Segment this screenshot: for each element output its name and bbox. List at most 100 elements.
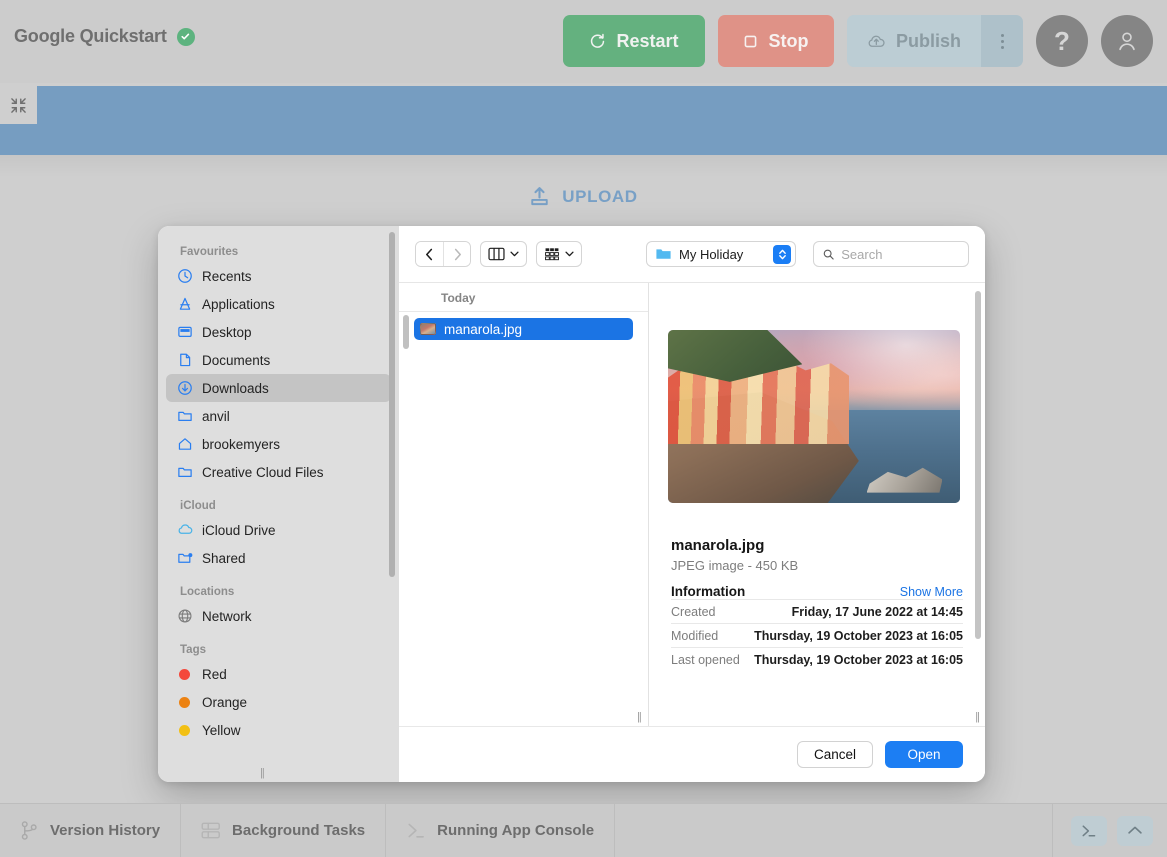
sidebar-item-label: Creative Cloud Files	[202, 465, 324, 480]
chevron-down-icon	[510, 251, 519, 257]
sidebar-item-label: Documents	[202, 353, 270, 368]
sidebar-item-recents[interactable]: Recents	[166, 262, 391, 290]
shared-folder-icon	[176, 550, 193, 567]
info-row-last-opened: Last opened Thursday, 19 October 2023 at…	[671, 647, 963, 671]
file-list-item[interactable]: manarola.jpg	[414, 318, 633, 340]
sidebar-item-downloads[interactable]: Downloads	[166, 374, 391, 402]
user-avatar-icon	[1114, 28, 1140, 54]
collapse-arrows-icon	[10, 97, 27, 114]
sidebar-item-label: Red	[202, 667, 227, 682]
sidebar-item-tag-orange[interactable]: Orange	[166, 688, 391, 716]
info-row-value: Thursday, 19 October 2023 at 16:05	[754, 629, 963, 643]
sidebar-item-label: Desktop	[202, 325, 252, 340]
chevron-down-icon	[565, 251, 574, 257]
open-button[interactable]: Open	[885, 741, 963, 768]
dialog-toolbar: My Holiday	[399, 226, 985, 283]
sidebar-item-label: Yellow	[202, 723, 241, 738]
version-history-button[interactable]: Version History	[0, 804, 181, 857]
expand-panel-button[interactable]	[1117, 816, 1153, 846]
search-box[interactable]	[813, 241, 969, 267]
publish-button[interactable]: Publish	[847, 15, 981, 67]
collapse-panel-button[interactable]	[0, 86, 37, 124]
account-button[interactable]	[1101, 15, 1153, 67]
preview-resize-grip[interactable]: ||	[975, 711, 979, 723]
sidebar-item-anvil[interactable]: anvil	[166, 402, 391, 430]
updown-stepper-icon[interactable]	[773, 245, 791, 264]
chevron-left-icon	[425, 248, 434, 261]
sidebar-item-label: Shared	[202, 551, 246, 566]
clock-icon	[176, 268, 193, 285]
show-more-link[interactable]: Show More	[900, 585, 963, 599]
bottom-bar-label: Version History	[50, 822, 160, 839]
stop-button[interactable]: Stop	[718, 15, 834, 67]
running-app-console-button[interactable]: Running App Console	[386, 804, 615, 857]
stop-label: Stop	[768, 31, 808, 52]
nav-segmented-control	[415, 241, 471, 267]
background-tasks-button[interactable]: Background Tasks	[181, 804, 386, 857]
sidebar-scrollbar[interactable]	[389, 232, 395, 577]
sidebar-item-applications[interactable]: Applications	[166, 290, 391, 318]
sidebar-item-network[interactable]: Network	[166, 602, 391, 630]
publish-more-button[interactable]	[981, 15, 1023, 67]
publish-cloud-icon	[867, 33, 886, 50]
info-row-key: Last opened	[671, 653, 740, 667]
open-terminal-button[interactable]	[1071, 816, 1107, 846]
sidebar-resize-grip[interactable]: ||	[260, 767, 264, 779]
cancel-button[interactable]: Cancel	[797, 741, 873, 768]
help-button[interactable]: ?	[1036, 15, 1088, 67]
info-file-name: manarola.jpg	[671, 537, 963, 554]
search-input[interactable]	[841, 247, 959, 262]
bottom-bar: Version History Background Tasks Running…	[0, 803, 1167, 857]
file-list-scrollbar[interactable]	[403, 315, 409, 349]
chevron-right-icon	[453, 248, 462, 261]
tag-dot-icon	[176, 722, 193, 739]
sidebar-item-brookemyers[interactable]: brookemyers	[166, 430, 391, 458]
file-picker-dialog: Favourites Recents Applications Desktop …	[158, 226, 985, 782]
publish-label: Publish	[896, 31, 961, 52]
upload-control[interactable]: UPLOAD	[0, 186, 1167, 207]
top-header: Google Quickstart Restart Stop Publish	[0, 0, 1167, 83]
tag-dot-icon	[176, 694, 193, 711]
sidebar-item-label: iCloud Drive	[202, 523, 276, 538]
sidebar-item-shared[interactable]: Shared	[166, 544, 391, 572]
dialog-footer: Cancel Open	[399, 726, 985, 782]
app-banner	[0, 86, 1167, 155]
sidebar-item-creative-cloud-files[interactable]: Creative Cloud Files	[166, 458, 391, 486]
sidebar-item-label: Network	[202, 609, 252, 624]
sidebar-item-documents[interactable]: Documents	[166, 346, 391, 374]
bottom-bar-actions	[1053, 804, 1167, 857]
sidebar-item-label: Recents	[202, 269, 252, 284]
path-popup-button[interactable]: My Holiday	[646, 241, 796, 267]
downloads-icon	[176, 380, 193, 397]
file-list-resize-grip[interactable]: ||	[637, 711, 641, 723]
kebab-menu-icon	[1001, 34, 1004, 49]
sidebar-item-tag-red[interactable]: Red	[166, 660, 391, 688]
info-file-kind: JPEG image - 450 KB	[671, 558, 963, 573]
preview-image	[668, 330, 960, 503]
sidebar-section-title: Favourites	[158, 240, 399, 262]
info-row-key: Modified	[671, 629, 718, 643]
restart-button[interactable]: Restart	[563, 15, 705, 67]
info-heading: Information	[671, 584, 745, 599]
dialog-body: Today manarola.jpg ||	[399, 283, 985, 726]
bottom-bar-label: Running App Console	[437, 822, 594, 839]
path-label: My Holiday	[679, 247, 766, 262]
sidebar-item-tag-yellow[interactable]: Yellow	[166, 716, 391, 744]
app-root: Google Quickstart Restart Stop Publish	[0, 0, 1167, 857]
file-name-label: manarola.jpg	[444, 322, 522, 337]
applications-icon	[176, 296, 193, 313]
back-button[interactable]	[416, 242, 443, 266]
app-title-group: Google Quickstart	[14, 26, 195, 47]
upload-label: UPLOAD	[562, 187, 637, 207]
forward-button[interactable]	[443, 242, 470, 266]
sidebar-item-icloud-drive[interactable]: iCloud Drive	[166, 516, 391, 544]
view-mode-button[interactable]	[480, 241, 527, 267]
help-icon: ?	[1054, 26, 1070, 57]
group-by-icon	[544, 247, 560, 261]
preview-scrollbar[interactable]	[975, 291, 981, 639]
sidebar-item-desktop[interactable]: Desktop	[166, 318, 391, 346]
info-row-value: Thursday, 19 October 2023 at 16:05	[754, 653, 963, 667]
tag-dot-icon	[176, 666, 193, 683]
group-by-button[interactable]	[536, 241, 582, 267]
info-row-created: Created Friday, 17 June 2022 at 14:45	[671, 599, 963, 623]
